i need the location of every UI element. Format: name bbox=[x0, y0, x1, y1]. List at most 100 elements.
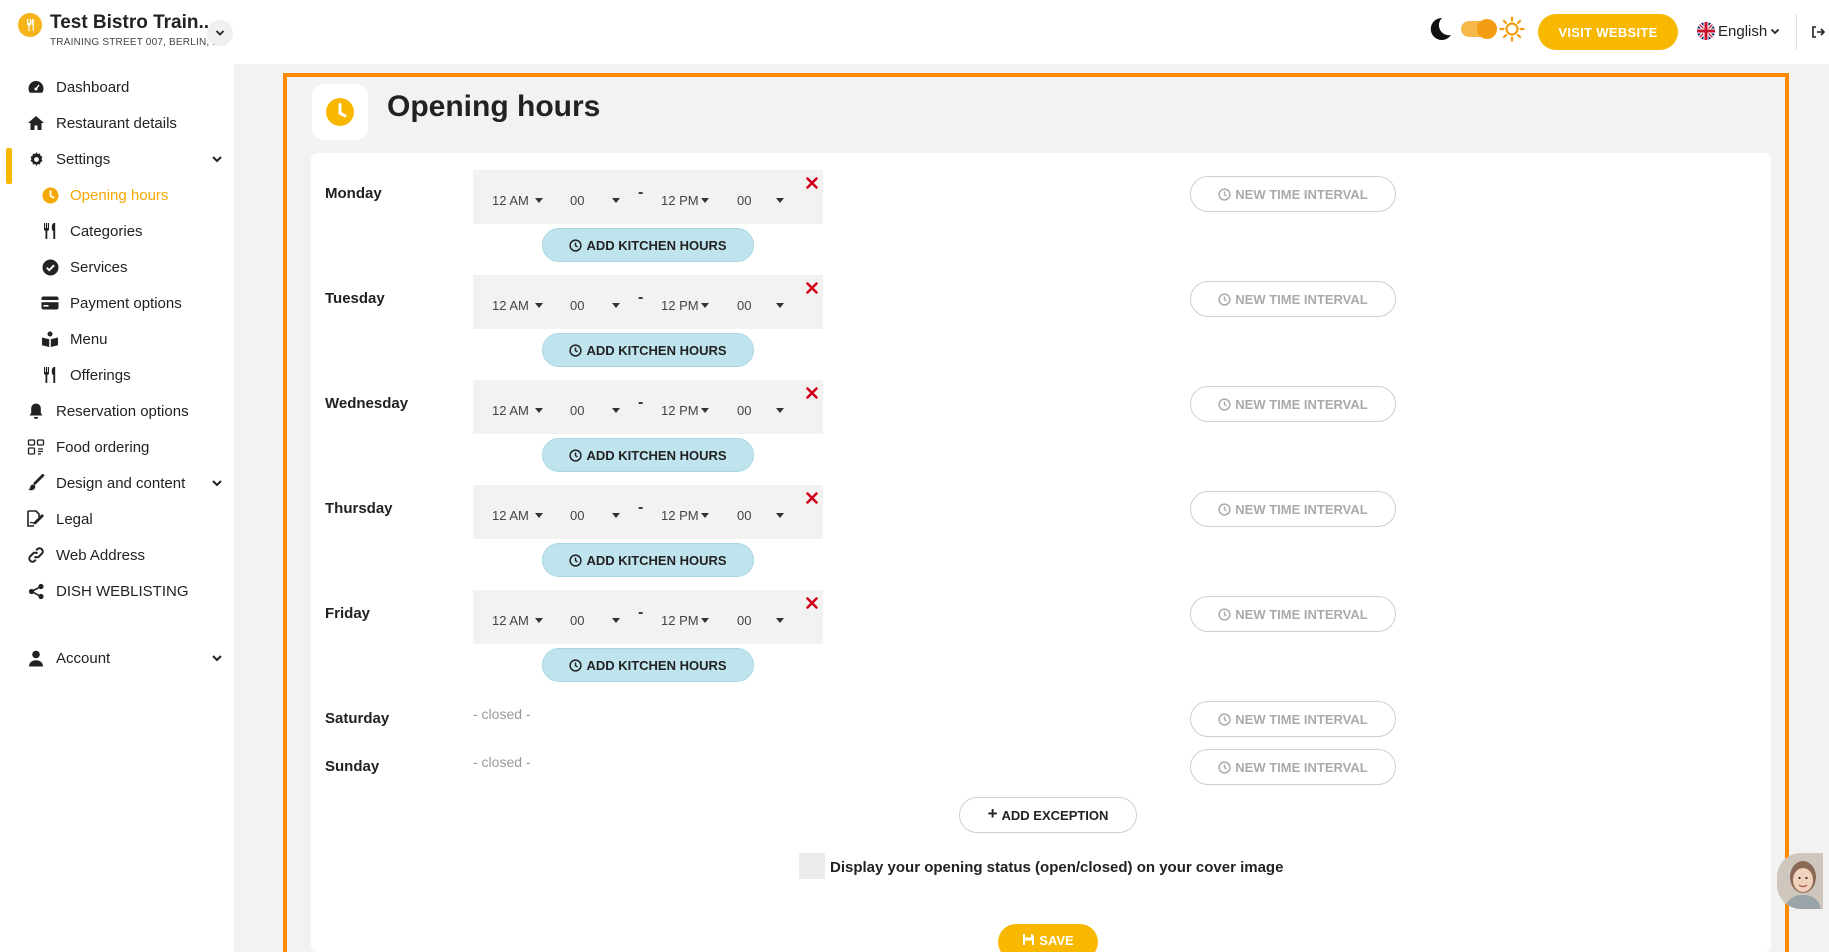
clock-icon bbox=[326, 98, 354, 126]
caret-down-icon bbox=[612, 198, 620, 203]
add-kitchen-hours-button[interactable]: ADD KITCHEN HOURS bbox=[542, 648, 754, 682]
day-label-friday: Friday bbox=[325, 605, 371, 622]
from-hour-select[interactable]: 12 AM bbox=[492, 613, 529, 628]
clock-icon bbox=[569, 343, 583, 357]
sidebar-item-account[interactable]: Account bbox=[0, 640, 234, 676]
language-selector[interactable]: English bbox=[1697, 22, 1781, 40]
to-minute-select[interactable]: 00 bbox=[737, 193, 751, 208]
sidebar-item-payment-options[interactable]: Payment options bbox=[0, 285, 234, 321]
sidebar-item-label: Dashboard bbox=[56, 78, 130, 96]
restaurant-chevron-down-icon[interactable] bbox=[207, 20, 233, 46]
sidebar-item-legal[interactable]: Legal bbox=[0, 501, 234, 537]
caret-down-icon bbox=[535, 303, 543, 308]
cutlery-icon bbox=[40, 365, 60, 385]
from-minute-select[interactable]: 00 bbox=[570, 613, 584, 628]
add-kitchen-hours-button[interactable]: ADD KITCHEN HOURS bbox=[542, 333, 754, 367]
from-hour-select[interactable]: 12 AM bbox=[492, 298, 529, 313]
sidebar-item-dashboard[interactable]: Dashboard bbox=[0, 69, 234, 105]
to-minute-select[interactable]: 00 bbox=[737, 508, 751, 523]
theme-toggle[interactable] bbox=[1427, 16, 1525, 42]
add-kitchen-hours-label: ADD KITCHEN HOURS bbox=[586, 552, 727, 568]
caret-down-icon bbox=[535, 408, 543, 413]
from-minute-select[interactable]: 00 bbox=[570, 508, 584, 523]
restaurant-switcher[interactable]: Test Bistro Train... TRAINING STREET 007… bbox=[18, 12, 227, 48]
new-time-interval-button[interactable]: NEW TIME INTERVAL bbox=[1190, 701, 1396, 737]
caret-down-icon bbox=[776, 513, 784, 518]
sidebar-item-settings[interactable]: Settings bbox=[0, 141, 234, 177]
add-exception-button[interactable]: + ADD EXCEPTION bbox=[959, 797, 1137, 833]
sidebar-item-restaurant-details[interactable]: Restaurant details bbox=[0, 105, 234, 141]
from-hour-select[interactable]: 12 AM bbox=[492, 193, 529, 208]
new-time-interval-button[interactable]: NEW TIME INTERVAL bbox=[1190, 281, 1396, 317]
time-separator: - bbox=[638, 184, 644, 201]
new-time-interval-button[interactable]: NEW TIME INTERVAL bbox=[1190, 386, 1396, 422]
sidebar-item-food-ordering[interactable]: Food ordering bbox=[0, 429, 234, 465]
sidebar-item-label: Reservation options bbox=[56, 402, 189, 420]
add-kitchen-hours-button[interactable]: ADD KITCHEN HOURS bbox=[542, 543, 754, 577]
remove-interval-icon[interactable] bbox=[804, 490, 820, 506]
new-time-interval-button[interactable]: NEW TIME INTERVAL bbox=[1190, 749, 1396, 785]
sidebar-item-menu[interactable]: Menu bbox=[0, 321, 234, 357]
to-minute-select[interactable]: 00 bbox=[737, 613, 751, 628]
sidebar-item-opening-hours[interactable]: Opening hours bbox=[0, 177, 234, 213]
clock-icon bbox=[1218, 760, 1231, 774]
add-kitchen-hours-label: ADD KITCHEN HOURS bbox=[586, 342, 727, 358]
from-minute-select[interactable]: 00 bbox=[570, 403, 584, 418]
day-label-sunday: Sunday bbox=[325, 758, 380, 775]
from-minute-select[interactable]: 00 bbox=[570, 193, 584, 208]
logout-icon[interactable] bbox=[1810, 24, 1826, 40]
visit-website-button[interactable]: VISIT WEBSITE bbox=[1538, 14, 1678, 50]
sidebar-item-label: Restaurant details bbox=[56, 114, 177, 132]
to-hour-select[interactable]: 12 PM bbox=[661, 298, 699, 313]
to-minute-select[interactable]: 00 bbox=[737, 403, 751, 418]
chevron-down-icon bbox=[1771, 28, 1780, 35]
to-hour-select[interactable]: 12 PM bbox=[661, 193, 699, 208]
new-time-interval-button[interactable]: NEW TIME INTERVAL bbox=[1190, 176, 1396, 212]
new-time-interval-label: NEW TIME INTERVAL bbox=[1235, 291, 1368, 307]
to-hour-select[interactable]: 12 PM bbox=[661, 508, 699, 523]
remove-interval-icon[interactable] bbox=[804, 385, 820, 401]
from-hour-select[interactable]: 12 AM bbox=[492, 508, 529, 523]
sidebar-item-categories[interactable]: Categories bbox=[0, 213, 234, 249]
sidebar-item-services[interactable]: Services bbox=[0, 249, 234, 285]
to-minute-select[interactable]: 00 bbox=[737, 298, 751, 313]
remove-interval-icon[interactable] bbox=[804, 175, 820, 191]
sun-icon bbox=[1499, 16, 1525, 42]
sidebar-item-label: Offerings bbox=[70, 366, 131, 384]
sidebar-item-web-address[interactable]: Web Address bbox=[0, 537, 234, 573]
clock-icon bbox=[1218, 502, 1231, 516]
sidebar-item-dish-weblisting[interactable]: DISH WEBLISTING bbox=[0, 573, 234, 609]
support-avatar[interactable] bbox=[1777, 853, 1823, 909]
sidebar-item-design-and-content[interactable]: Design and content bbox=[0, 465, 234, 501]
save-button[interactable]: SAVE bbox=[998, 924, 1098, 952]
remove-interval-icon[interactable] bbox=[804, 595, 820, 611]
add-kitchen-hours-label: ADD KITCHEN HOURS bbox=[586, 657, 727, 673]
to-hour-select[interactable]: 12 PM bbox=[661, 613, 699, 628]
time-slot: 12 AM 00 - 12 PM 00 bbox=[473, 275, 823, 329]
sidebar-item-offerings[interactable]: Offerings bbox=[0, 357, 234, 393]
display-status-checkbox[interactable] bbox=[799, 853, 825, 879]
bell-icon bbox=[26, 401, 46, 421]
page-title-icon bbox=[312, 84, 368, 140]
add-kitchen-hours-button[interactable]: ADD KITCHEN HOURS bbox=[542, 228, 754, 262]
sidebar-item-label: Payment options bbox=[70, 294, 182, 312]
new-time-interval-button[interactable]: NEW TIME INTERVAL bbox=[1190, 491, 1396, 527]
add-kitchen-hours-button[interactable]: ADD KITCHEN HOURS bbox=[542, 438, 754, 472]
caret-down-icon bbox=[776, 198, 784, 203]
sidebar-item-reservation-options[interactable]: Reservation options bbox=[0, 393, 234, 429]
credit-card-icon bbox=[40, 293, 60, 313]
sidebar-item-label: Services bbox=[70, 258, 128, 276]
dark-mode-switch[interactable] bbox=[1461, 19, 1497, 39]
clock-icon bbox=[569, 658, 583, 672]
gear-icon bbox=[26, 149, 46, 169]
to-hour-select[interactable]: 12 PM bbox=[661, 403, 699, 418]
restaurant-name: Test Bistro Train... bbox=[50, 12, 215, 33]
caret-down-icon bbox=[701, 303, 709, 308]
from-hour-select[interactable]: 12 AM bbox=[492, 403, 529, 418]
header-divider bbox=[1796, 14, 1797, 50]
dashboard-icon bbox=[26, 77, 46, 97]
new-time-interval-button[interactable]: NEW TIME INTERVAL bbox=[1190, 596, 1396, 632]
from-minute-select[interactable]: 00 bbox=[570, 298, 584, 313]
caret-down-icon bbox=[612, 618, 620, 623]
remove-interval-icon[interactable] bbox=[804, 280, 820, 296]
